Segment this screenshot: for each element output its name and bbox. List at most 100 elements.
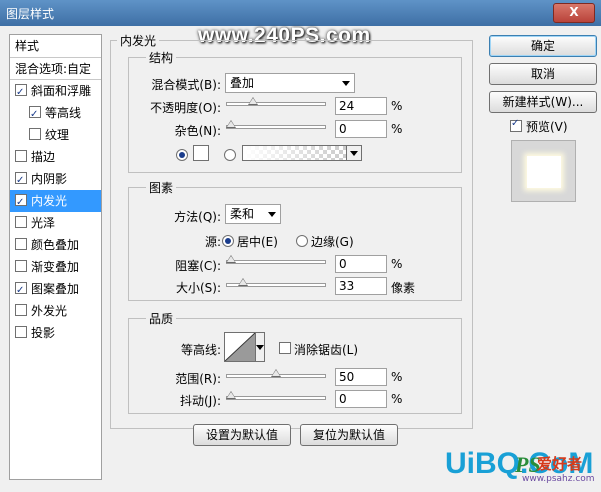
jitter-input[interactable]: 0 bbox=[335, 390, 387, 408]
size-input[interactable]: 33 bbox=[335, 277, 387, 295]
contour-curve-icon bbox=[224, 332, 256, 362]
style-list-item[interactable]: 内发光 bbox=[10, 190, 101, 214]
style-list-item[interactable]: 颜色叠加 bbox=[10, 234, 101, 256]
style-checkbox[interactable] bbox=[15, 238, 27, 250]
antialias-checkbox[interactable] bbox=[279, 342, 291, 354]
jitter-label: 抖动(J): bbox=[180, 394, 221, 408]
style-checkbox[interactable] bbox=[29, 128, 41, 140]
source-center-radio[interactable] bbox=[222, 235, 234, 247]
structure-legend: 结构 bbox=[146, 49, 177, 66]
style-item-label: 斜面和浮雕 bbox=[31, 84, 92, 98]
style-list-item[interactable]: 描边 bbox=[10, 146, 101, 168]
style-list-item[interactable]: 纹理 bbox=[10, 124, 101, 146]
style-checkbox[interactable] bbox=[29, 104, 41, 126]
method-value: 柔和 bbox=[230, 207, 255, 221]
range-slider-thumb[interactable] bbox=[271, 369, 281, 377]
source-edge-radio[interactable] bbox=[296, 235, 308, 247]
method-dropdown[interactable]: 柔和 bbox=[225, 204, 281, 224]
glow-color-swatch[interactable] bbox=[193, 145, 209, 161]
chevron-down-icon[interactable] bbox=[346, 146, 361, 160]
source-center-label[interactable]: 居中(E) bbox=[237, 233, 278, 250]
jitter-slider-thumb[interactable] bbox=[226, 391, 236, 399]
ok-button[interactable]: 确定 bbox=[489, 35, 597, 57]
style-checkbox[interactable] bbox=[15, 150, 27, 162]
size-slider[interactable] bbox=[226, 278, 326, 287]
style-checkbox[interactable] bbox=[15, 192, 27, 214]
preview-label[interactable]: 预览(V) bbox=[526, 118, 568, 135]
size-slider-thumb[interactable] bbox=[237, 278, 248, 286]
style-list-item[interactable]: 投影 bbox=[10, 322, 101, 344]
quality-legend: 品质 bbox=[146, 310, 177, 327]
style-item-label: 描边 bbox=[31, 150, 56, 164]
style-list-item[interactable]: 外发光 bbox=[10, 300, 101, 322]
noise-unit: % bbox=[391, 122, 403, 136]
style-checkbox[interactable] bbox=[15, 326, 27, 338]
opacity-input[interactable]: 24 bbox=[335, 97, 387, 115]
style-item-label: 投影 bbox=[31, 326, 56, 340]
size-label: 大小(S): bbox=[175, 281, 221, 295]
noise-input[interactable]: 0 bbox=[335, 120, 387, 138]
contour-picker[interactable] bbox=[224, 332, 256, 362]
style-item-label: 外发光 bbox=[31, 304, 68, 318]
choke-label: 阻塞(C): bbox=[175, 259, 221, 273]
style-checkbox[interactable] bbox=[15, 260, 27, 272]
range-slider[interactable] bbox=[226, 369, 326, 378]
source-label: 源: bbox=[204, 235, 221, 249]
noise-slider-thumb[interactable] bbox=[226, 120, 236, 128]
style-preview bbox=[511, 140, 576, 202]
close-button[interactable]: X bbox=[553, 3, 595, 23]
preview-thumbnail bbox=[527, 156, 561, 188]
choke-slider-thumb[interactable] bbox=[226, 255, 236, 263]
range-input[interactable]: 50 bbox=[335, 368, 387, 386]
new-style-button[interactable]: 新建样式(W)... bbox=[489, 91, 597, 113]
style-checkbox[interactable] bbox=[15, 216, 27, 228]
contour-label: 等高线: bbox=[180, 343, 221, 357]
style-checkbox[interactable] bbox=[15, 304, 27, 316]
gradient-radio[interactable] bbox=[224, 149, 236, 161]
style-list-item[interactable]: 斜面和浮雕 bbox=[10, 80, 101, 104]
style-list-item[interactable]: 图案叠加 bbox=[10, 278, 101, 302]
opacity-label: 不透明度(O): bbox=[150, 101, 221, 115]
window-title: 图层样式 bbox=[6, 7, 55, 21]
style-checkbox[interactable] bbox=[15, 170, 27, 192]
preview-checkbox[interactable] bbox=[510, 118, 522, 132]
blend-mode-dropdown[interactable]: 叠加 bbox=[225, 73, 355, 93]
size-unit: 像素 bbox=[391, 281, 416, 295]
style-item-label: 图案叠加 bbox=[31, 282, 80, 296]
cancel-button[interactable]: 取消 bbox=[489, 63, 597, 85]
style-item-label: 等高线 bbox=[45, 106, 82, 120]
style-item-label: 颜色叠加 bbox=[31, 238, 80, 252]
choke-input[interactable]: 0 bbox=[335, 255, 387, 273]
style-list: 样式 混合选项:自定 斜面和浮雕等高线纹理描边内阴影内发光光泽颜色叠加渐变叠加图… bbox=[9, 34, 102, 480]
style-list-item[interactable]: 光泽 bbox=[10, 212, 101, 234]
style-checkbox[interactable] bbox=[15, 82, 27, 104]
source-edge-label[interactable]: 边缘(G) bbox=[311, 233, 354, 250]
reset-default-button[interactable]: 复位为默认值 bbox=[300, 424, 398, 446]
style-item-label: 渐变叠加 bbox=[31, 260, 80, 274]
choke-slider[interactable] bbox=[226, 255, 326, 264]
chevron-down-icon bbox=[268, 212, 276, 217]
opacity-slider-thumb[interactable] bbox=[247, 97, 258, 105]
range-unit: % bbox=[391, 370, 403, 384]
range-label: 范围(R): bbox=[175, 372, 221, 386]
style-checkbox[interactable] bbox=[15, 280, 27, 302]
opacity-slider[interactable] bbox=[226, 97, 326, 106]
noise-slider[interactable] bbox=[226, 120, 326, 129]
style-list-item[interactable]: 等高线 bbox=[10, 102, 101, 126]
blend-mode-label: 混合模式(B): bbox=[151, 78, 221, 92]
logo-cn: 爱好者 bbox=[537, 455, 583, 473]
chevron-down-icon bbox=[256, 345, 264, 350]
antialias-label[interactable]: 消除锯齿(L) bbox=[294, 341, 358, 358]
opacity-unit: % bbox=[391, 99, 403, 113]
set-default-button[interactable]: 设置为默认值 bbox=[193, 424, 291, 446]
gradient-swatch[interactable] bbox=[242, 145, 362, 161]
jitter-slider[interactable] bbox=[226, 391, 326, 400]
style-list-header[interactable]: 样式 bbox=[10, 35, 101, 58]
style-list-item[interactable]: 内阴影 bbox=[10, 168, 101, 192]
style-list-item[interactable]: 渐变叠加 bbox=[10, 256, 101, 278]
blend-options-item[interactable]: 混合选项:自定 bbox=[10, 58, 101, 80]
style-item-label: 光泽 bbox=[31, 216, 56, 230]
contour-dropdown[interactable] bbox=[256, 332, 265, 362]
gradient-fade bbox=[243, 146, 343, 160]
solid-color-radio[interactable] bbox=[176, 149, 188, 161]
